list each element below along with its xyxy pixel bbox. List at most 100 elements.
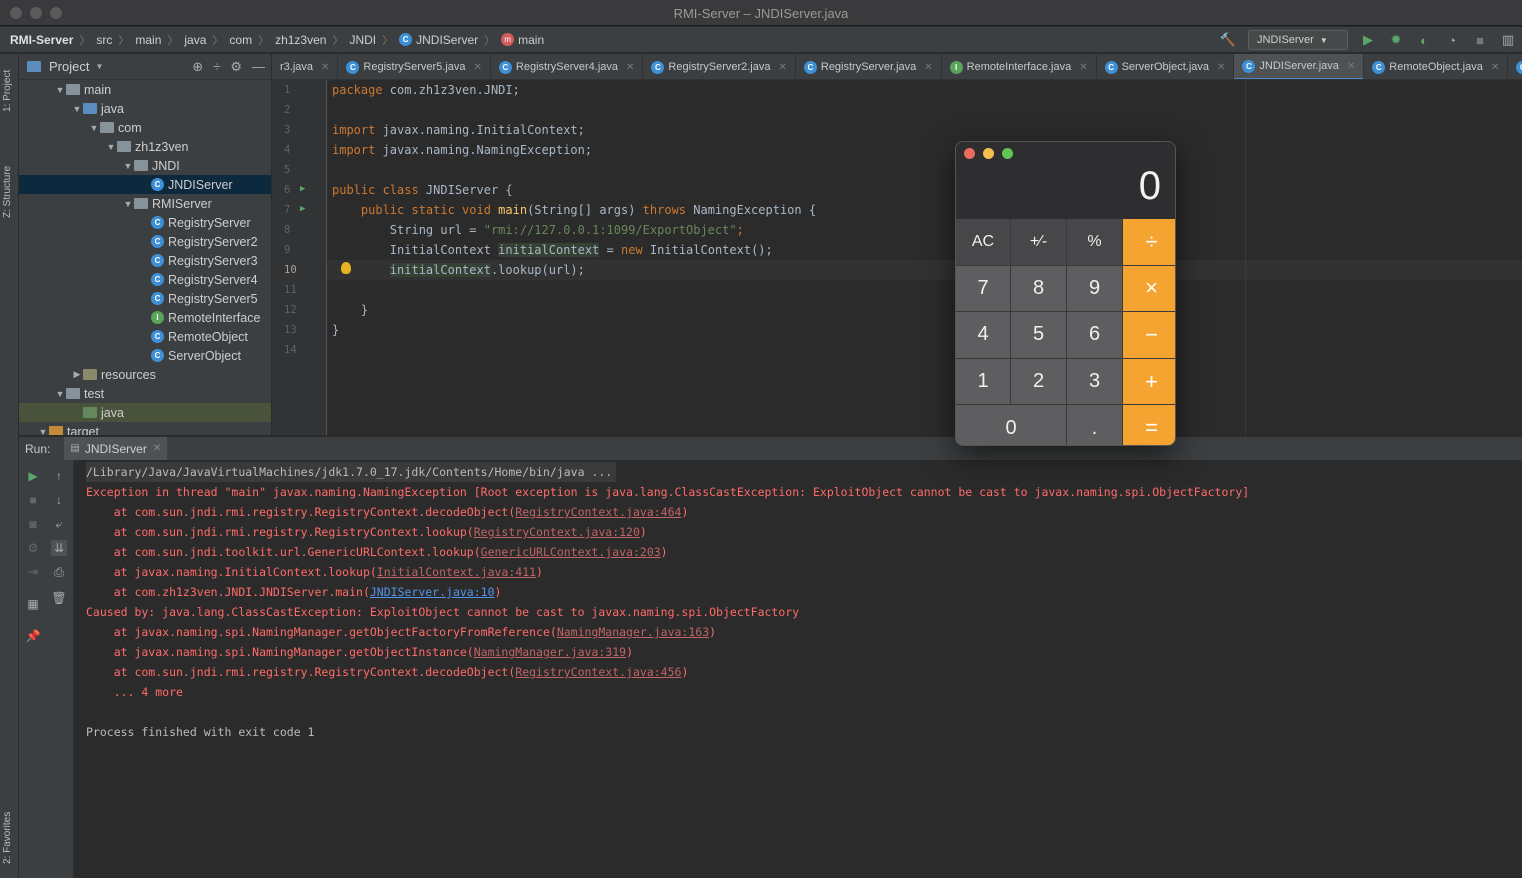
tree-item[interactable]: ▼ zh1z3ven (19, 137, 271, 156)
editor-tab[interactable]: C RegistryServer.java ✕ (796, 54, 942, 79)
tree-item[interactable]: C RegistryServer2 (19, 232, 271, 251)
run-tab-jndiserver[interactable]: ▤ JNDIServer ✕ (64, 436, 168, 461)
calculator-window-controls[interactable] (964, 148, 1013, 159)
tab-project-tool[interactable]: 1: Project (2, 70, 13, 112)
calc-key-equals[interactable]: = (1123, 405, 1175, 445)
run-configuration-select[interactable]: JNDIServer ▼ (1248, 30, 1348, 50)
chevron-right-icon[interactable]: ▶ (71, 369, 83, 380)
tree-item[interactable]: C JNDIServer (19, 175, 271, 194)
close-icon[interactable]: ✕ (1079, 62, 1087, 73)
camera-icon[interactable]: ◙ (25, 516, 41, 532)
editor-tab[interactable]: C JNDIServer.java ✕ (1234, 54, 1365, 79)
close-icon[interactable]: ✕ (626, 62, 634, 73)
chevron-down-icon[interactable]: ▼ (54, 85, 66, 95)
soft-wrap-icon[interactable]: ⤶ (51, 516, 67, 532)
tab-favorites-tool[interactable]: 2: Favorites (2, 812, 13, 864)
tree-item[interactable]: C RegistryServer3 (19, 251, 271, 270)
chevron-down-icon[interactable]: ▼ (122, 161, 134, 171)
calculator-minimize-button[interactable] (983, 148, 994, 159)
calc-key-zero[interactable]: 0 (956, 405, 1066, 445)
stack-frame-link[interactable]: RegistryContext.java:456 (515, 665, 681, 679)
console-output[interactable]: /Library/Java/JavaVirtualMachines/jdk1.7… (74, 460, 1522, 878)
editor-tab[interactable]: C RegistryServer5.java ✕ (338, 54, 491, 79)
tree-item[interactable]: ▼ JNDI (19, 156, 271, 175)
chevron-down-icon[interactable]: ▼ (54, 389, 66, 399)
build-hammer-icon[interactable]: 🔨 (1220, 32, 1236, 48)
tab-structure-tool[interactable]: Z: Structure (2, 166, 13, 218)
tree-item[interactable]: C RemoteObject (19, 327, 271, 346)
editor-tab[interactable]: r3.java ✕ (272, 54, 339, 79)
calc-key-two[interactable]: 2 (1011, 358, 1066, 405)
run-gutter-icon[interactable]: ▶ (300, 204, 305, 214)
calc-key-divide[interactable]: ÷ (1123, 219, 1175, 265)
pin-icon[interactable]: 📌 (25, 628, 41, 644)
editor-tab[interactable]: C RegistryServer4.java ✕ (491, 54, 644, 79)
tree-item[interactable]: java (19, 403, 271, 422)
coverage-icon[interactable]: ◐ (1416, 32, 1432, 48)
locate-icon[interactable]: ⊕ (192, 59, 203, 75)
calc-key-five[interactable]: 5 (1011, 312, 1066, 358)
calc-key-nine[interactable]: 9 (1067, 265, 1122, 312)
tree-item[interactable]: ▼ java (19, 99, 271, 118)
breadcrumb-project[interactable]: RMI-Server (10, 33, 73, 47)
calc-key-clear[interactable]: AC (956, 219, 1010, 265)
run-icon[interactable]: ▶ (1360, 32, 1376, 48)
close-icon[interactable]: ✕ (778, 62, 786, 73)
calc-key-eight[interactable]: 8 (1011, 265, 1066, 312)
calc-key-three[interactable]: 3 (1067, 358, 1122, 405)
rerun-icon[interactable]: ▶ (25, 468, 41, 484)
arrow-down-icon[interactable]: ↓ (51, 492, 67, 508)
tree-item[interactable]: I RemoteInterface (19, 308, 271, 327)
breadcrumb-zh1z3ven[interactable]: zh1z3ven (275, 33, 326, 47)
calc-key-six[interactable]: 6 (1067, 312, 1122, 358)
tree-item[interactable]: ▼ RMIServer (19, 194, 271, 213)
stack-frame-link[interactable]: GenericURLContext.java:203 (481, 545, 661, 559)
tree-item[interactable]: ▼ com (19, 118, 271, 137)
print-icon[interactable]: ⎙ (51, 564, 67, 580)
code-editor[interactable]: package com.zh1z3ven.JNDI; import javax.… (327, 80, 1522, 435)
tree-item[interactable]: ▼ main (19, 80, 271, 99)
calc-key-plus[interactable]: + (1123, 358, 1175, 405)
restore-layout-icon[interactable]: ⚙ (25, 540, 41, 556)
tree-item[interactable]: ▼ target (19, 422, 271, 435)
trash-icon[interactable]: 🗑 (51, 590, 67, 606)
calculator-zoom-button[interactable] (1002, 148, 1013, 159)
close-icon[interactable]: ✕ (321, 62, 329, 73)
calc-key-plus-minus[interactable]: +∕- (1011, 219, 1066, 265)
calc-key-minus[interactable]: − (1123, 312, 1175, 358)
chevron-down-icon[interactable]: ▼ (88, 123, 100, 133)
breadcrumb-main-method[interactable]: m main (501, 33, 544, 47)
stack-frame-link[interactable]: NamingManager.java:319 (474, 645, 626, 659)
stop-icon[interactable]: ■ (1472, 32, 1488, 48)
tree-item[interactable]: C RegistryServer5 (19, 289, 271, 308)
stack-frame-link[interactable]: InitialContext.java:411 (377, 565, 536, 579)
scroll-to-end-icon[interactable]: ⇊ (51, 540, 67, 556)
editor-tab[interactable]: C RegistryServer2.java ✕ (643, 54, 796, 79)
close-icon[interactable]: ✕ (474, 62, 482, 73)
stack-frame-link[interactable]: JNDIServer.java:10 (370, 585, 495, 599)
editor-tab[interactable]: CN (1508, 54, 1522, 79)
hide-icon[interactable]: — (252, 59, 265, 75)
tree-item[interactable]: C ServerObject (19, 346, 271, 365)
chevron-down-icon[interactable]: ▼ (95, 62, 103, 71)
project-structure-icon[interactable]: ▥ (1500, 32, 1516, 48)
run-gutter-icon[interactable]: ▶ (300, 184, 305, 194)
close-icon[interactable]: ✕ (1217, 62, 1225, 73)
calc-key-one[interactable]: 1 (956, 358, 1010, 405)
gear-icon[interactable]: ⚙ (230, 59, 242, 75)
stop-icon[interactable]: ■ (25, 492, 41, 508)
close-icon[interactable]: ✕ (1347, 61, 1355, 72)
editor-tab[interactable]: I RemoteInterface.java ✕ (942, 54, 1097, 79)
collapse-all-icon[interactable]: ÷ (213, 59, 220, 75)
breadcrumb-com[interactable]: com (229, 33, 252, 47)
calc-key-percent[interactable]: % (1067, 219, 1122, 265)
close-icon[interactable]: ✕ (1491, 62, 1499, 73)
chevron-down-icon[interactable]: ▼ (71, 104, 83, 114)
calc-key-multiply[interactable]: × (1123, 265, 1175, 312)
debug-icon[interactable]: ✹ (1388, 32, 1404, 48)
breadcrumb-java[interactable]: java (184, 33, 206, 47)
chevron-down-icon[interactable]: ▼ (105, 142, 117, 152)
editor-tab[interactable]: C ServerObject.java ✕ (1097, 54, 1235, 79)
tree-item[interactable]: C RegistryServer (19, 213, 271, 232)
tree-item[interactable]: C RegistryServer4 (19, 270, 271, 289)
